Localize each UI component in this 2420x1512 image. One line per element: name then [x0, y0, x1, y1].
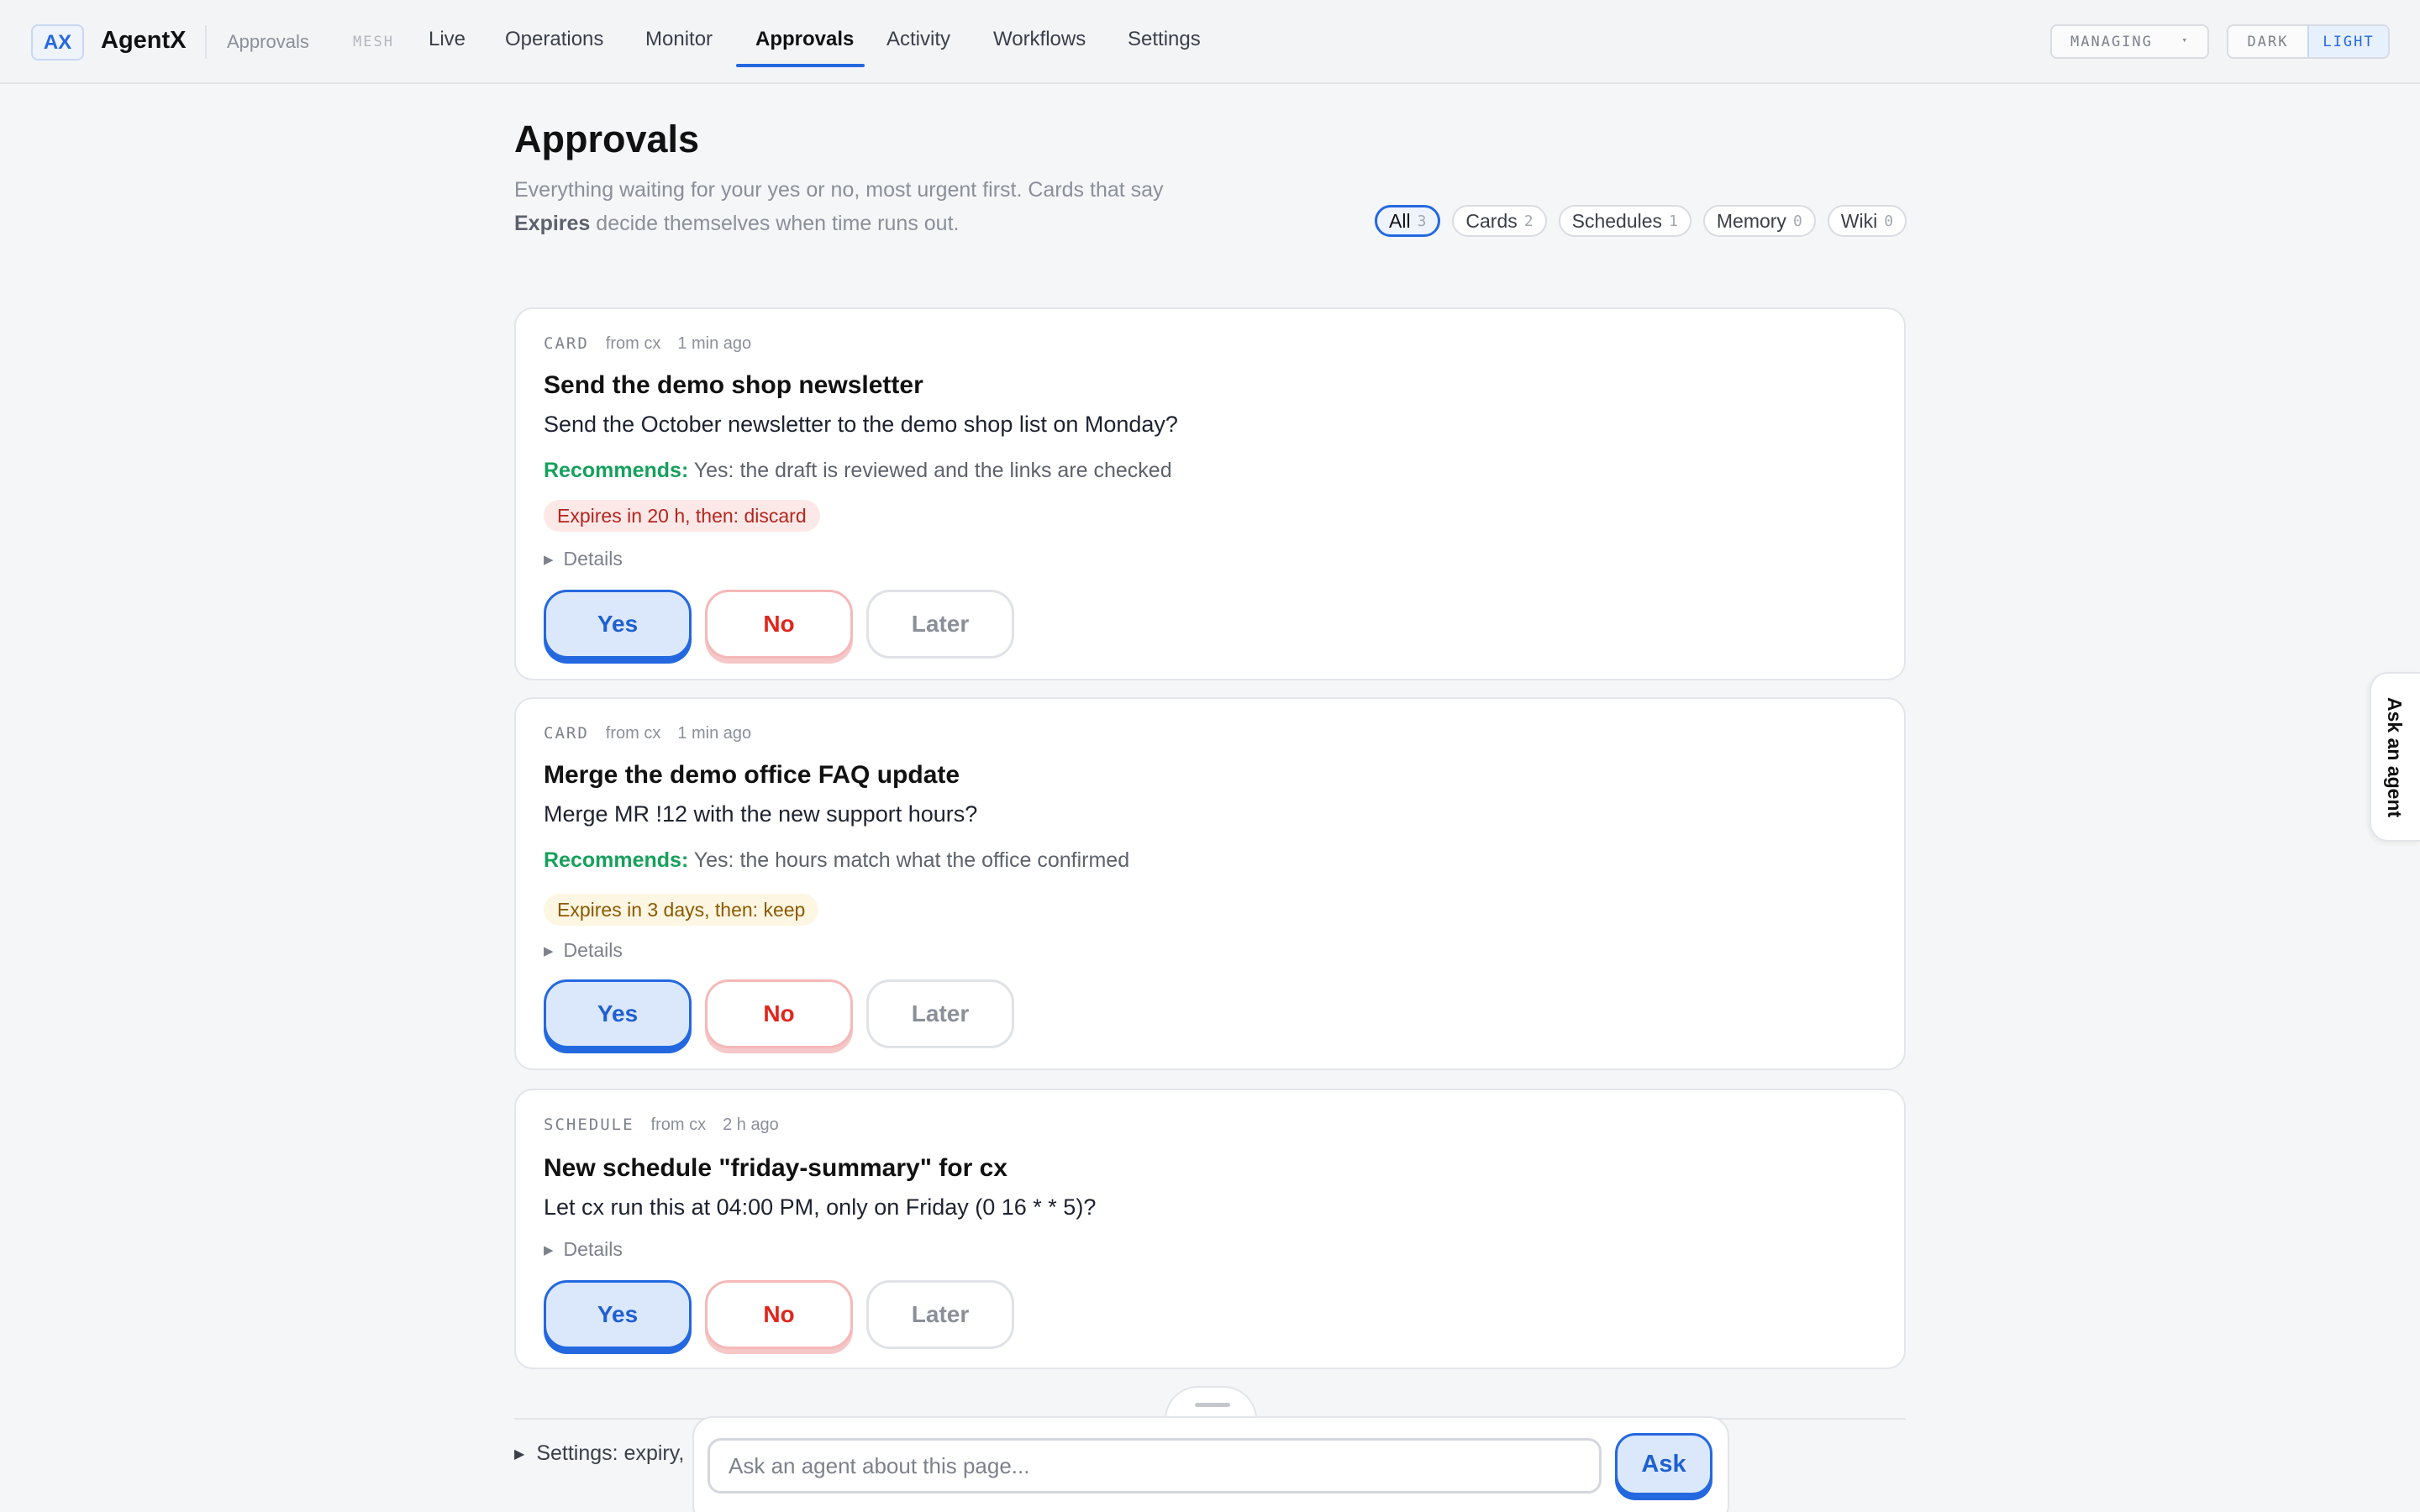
- no-button[interactable]: No: [705, 979, 853, 1048]
- card-title: New schedule "friday-summary" for cx: [544, 1154, 1007, 1182]
- filter-label: Memory: [1716, 209, 1786, 232]
- managing-dropdown[interactable]: MANAGING ▾: [2050, 24, 2209, 59]
- ask-agent-panel: Ask: [692, 1416, 1729, 1512]
- filter-count: 0: [1792, 212, 1802, 230]
- theme-light-option[interactable]: LIGHT: [2307, 26, 2388, 57]
- card-kind: CARD: [544, 724, 589, 743]
- theme-toggle: DARK LIGHT: [2227, 24, 2390, 59]
- page-title: Approvals: [514, 118, 700, 160]
- active-tab-indicator: [736, 64, 865, 67]
- yes-button[interactable]: Yes: [544, 1280, 692, 1349]
- theme-dark-option[interactable]: DARK: [2228, 26, 2307, 57]
- filter-chips: All 3 Cards 2 Schedules 1 Memory 0 Wiki …: [1375, 205, 1907, 237]
- header-divider: [205, 25, 207, 59]
- details-label: Details: [563, 939, 623, 961]
- card-time: 1 min ago: [677, 724, 752, 743]
- filter-cards[interactable]: Cards 2: [1452, 205, 1547, 237]
- app-name[interactable]: AgentX: [101, 27, 187, 55]
- yes-button[interactable]: Yes: [544, 979, 692, 1048]
- card-kind: CARD: [544, 334, 589, 353]
- side-tab-label: Ask an agent: [2384, 697, 2406, 818]
- card-kind: SCHEDULE: [544, 1116, 634, 1134]
- page-subtitle: Everything waiting for your yes or no, m…: [514, 173, 1237, 240]
- tab-live[interactable]: Live: [429, 28, 466, 51]
- ask-agent-input[interactable]: [708, 1438, 1602, 1494]
- tab-activity[interactable]: Activity: [886, 28, 950, 51]
- tab-workflows[interactable]: Workflows: [993, 28, 1086, 51]
- filter-all[interactable]: All 3: [1375, 205, 1441, 237]
- recommends-label: Recommends:: [544, 848, 689, 872]
- card-title: Send the demo shop newsletter: [544, 371, 923, 399]
- tab-settings[interactable]: Settings: [1128, 28, 1201, 51]
- filter-label: Wiki: [1840, 209, 1878, 232]
- caret-down-icon: ▾: [2181, 34, 2189, 45]
- mesh-label: MESH: [353, 34, 394, 50]
- card-recommendation: Recommends: Yes: the hours match what th…: [544, 848, 1129, 873]
- recommends-text: Yes: the draft is reviewed and the links…: [693, 459, 1172, 482]
- expires-badge: Expires in 3 days, then: keep: [544, 894, 819, 926]
- card-meta: CARD from cx 1 min ago: [544, 334, 751, 354]
- filter-label: Cards: [1465, 209, 1518, 232]
- details-label: Details: [563, 1238, 623, 1260]
- filter-memory[interactable]: Memory 0: [1702, 205, 1816, 237]
- panel-drag-handle[interactable]: [1165, 1386, 1257, 1420]
- no-button[interactable]: No: [705, 590, 853, 659]
- card-meta: SCHEDULE from cx 2 h ago: [544, 1116, 779, 1135]
- card-time: 1 min ago: [677, 334, 752, 353]
- ask-agent-side-tab[interactable]: Ask an agent: [2370, 672, 2420, 842]
- filter-count: 0: [1884, 212, 1894, 230]
- approval-card: CARD from cx 1 min ago Merge the demo of…: [514, 697, 1906, 1070]
- subtitle-part-1: Everything waiting for your yes or no, m…: [514, 178, 1164, 202]
- ask-button[interactable]: Ask: [1615, 1433, 1712, 1495]
- approval-card: SCHEDULE from cx 2 h ago New schedule "f…: [514, 1089, 1906, 1369]
- settings-summary-label: Settings: expiry,: [536, 1441, 685, 1465]
- grip-icon: [1195, 1403, 1230, 1407]
- filter-count: 2: [1523, 212, 1534, 230]
- later-button[interactable]: Later: [866, 979, 1014, 1048]
- card-question: Send the October newsletter to the demo …: [544, 412, 1178, 437]
- card-title: Merge the demo office FAQ update: [544, 761, 960, 789]
- filter-label: Schedules: [1571, 209, 1663, 232]
- top-bar: AX AgentX Approvals MESH Live Operations…: [0, 0, 2420, 84]
- disclosure-triangle-icon: ▶: [514, 1446, 525, 1462]
- tab-operations[interactable]: Operations: [505, 28, 603, 51]
- recommends-label: Recommends:: [544, 459, 689, 482]
- disclosure-triangle-icon: ▶: [544, 552, 554, 567]
- details-toggle[interactable]: ▶ Details: [544, 939, 623, 962]
- no-button[interactable]: No: [705, 1280, 853, 1349]
- card-meta: CARD from cx 1 min ago: [544, 724, 751, 743]
- card-source: from cx: [605, 724, 661, 743]
- yes-button[interactable]: Yes: [544, 590, 692, 659]
- later-button[interactable]: Later: [866, 590, 1014, 659]
- details-toggle[interactable]: ▶ Details: [544, 1238, 623, 1261]
- app-logo[interactable]: AX: [31, 24, 84, 60]
- disclosure-triangle-icon: ▶: [544, 1242, 554, 1257]
- filter-count: 3: [1417, 212, 1427, 230]
- breadcrumb: Approvals: [227, 31, 309, 52]
- details-label: Details: [563, 548, 623, 570]
- card-source: from cx: [605, 334, 661, 353]
- subtitle-part-2: decide themselves when time runs out.: [596, 212, 960, 235]
- card-source: from cx: [650, 1116, 707, 1134]
- filter-wiki[interactable]: Wiki 0: [1827, 205, 1907, 237]
- tab-monitor[interactable]: Monitor: [645, 28, 713, 51]
- later-button[interactable]: Later: [866, 1280, 1014, 1349]
- managing-label: MANAGING: [2070, 33, 2153, 50]
- card-time: 2 h ago: [723, 1116, 779, 1134]
- approval-card: CARD from cx 1 min ago Send the demo sho…: [514, 307, 1906, 680]
- filter-label: All: [1389, 209, 1411, 232]
- filter-schedules[interactable]: Schedules 1: [1558, 205, 1691, 237]
- card-recommendation: Recommends: Yes: the draft is reviewed a…: [544, 459, 1172, 483]
- tab-approvals[interactable]: Approvals: [755, 28, 854, 51]
- filter-count: 1: [1669, 212, 1678, 230]
- card-question: Let cx run this at 04:00 PM, only on Fri…: [544, 1194, 1097, 1220]
- subtitle-emphasis: Expires: [514, 212, 591, 235]
- recommends-text: Yes: the hours match what the office con…: [693, 848, 1130, 872]
- details-toggle[interactable]: ▶ Details: [544, 548, 623, 570]
- expires-badge: Expires in 20 h, then: discard: [544, 500, 820, 532]
- settings-disclosure[interactable]: ▶ Settings: expiry,: [514, 1441, 684, 1466]
- card-question: Merge MR !12 with the new support hours?: [544, 801, 978, 827]
- disclosure-triangle-icon: ▶: [544, 943, 554, 958]
